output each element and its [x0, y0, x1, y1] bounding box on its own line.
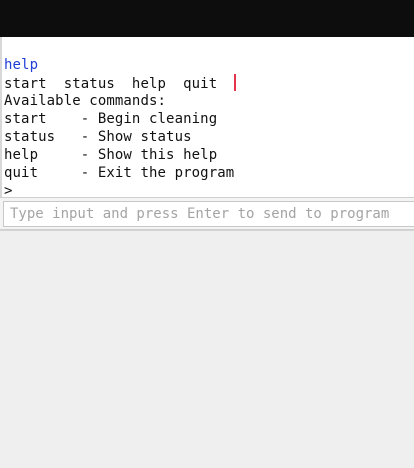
console-line-command-list: start status help quit — [4, 74, 414, 92]
empty-lower-panel — [0, 230, 414, 468]
console-lines: help start status help quit Available co… — [4, 56, 414, 197]
command-list-text: start status help quit — [4, 76, 226, 92]
top-status-bar — [0, 0, 414, 37]
program-input-bar — [0, 197, 414, 230]
console-line-help-help: help - Show this help — [4, 147, 218, 163]
console-line-help-heading: Available commands: — [4, 93, 167, 109]
console-line-help-status: status - Show status — [4, 129, 192, 145]
console-output[interactable]: help start status help quit Available co… — [0, 37, 414, 197]
console-left-border — [0, 37, 2, 197]
console-prompt: > — [4, 183, 13, 197]
text-cursor — [233, 74, 236, 91]
program-input-field[interactable] — [3, 201, 414, 227]
console-line-help-quit: quit - Exit the program — [4, 165, 235, 181]
console-line-help-start: start - Begin cleaning — [4, 111, 218, 127]
console-line-echo-command: help — [4, 57, 39, 73]
